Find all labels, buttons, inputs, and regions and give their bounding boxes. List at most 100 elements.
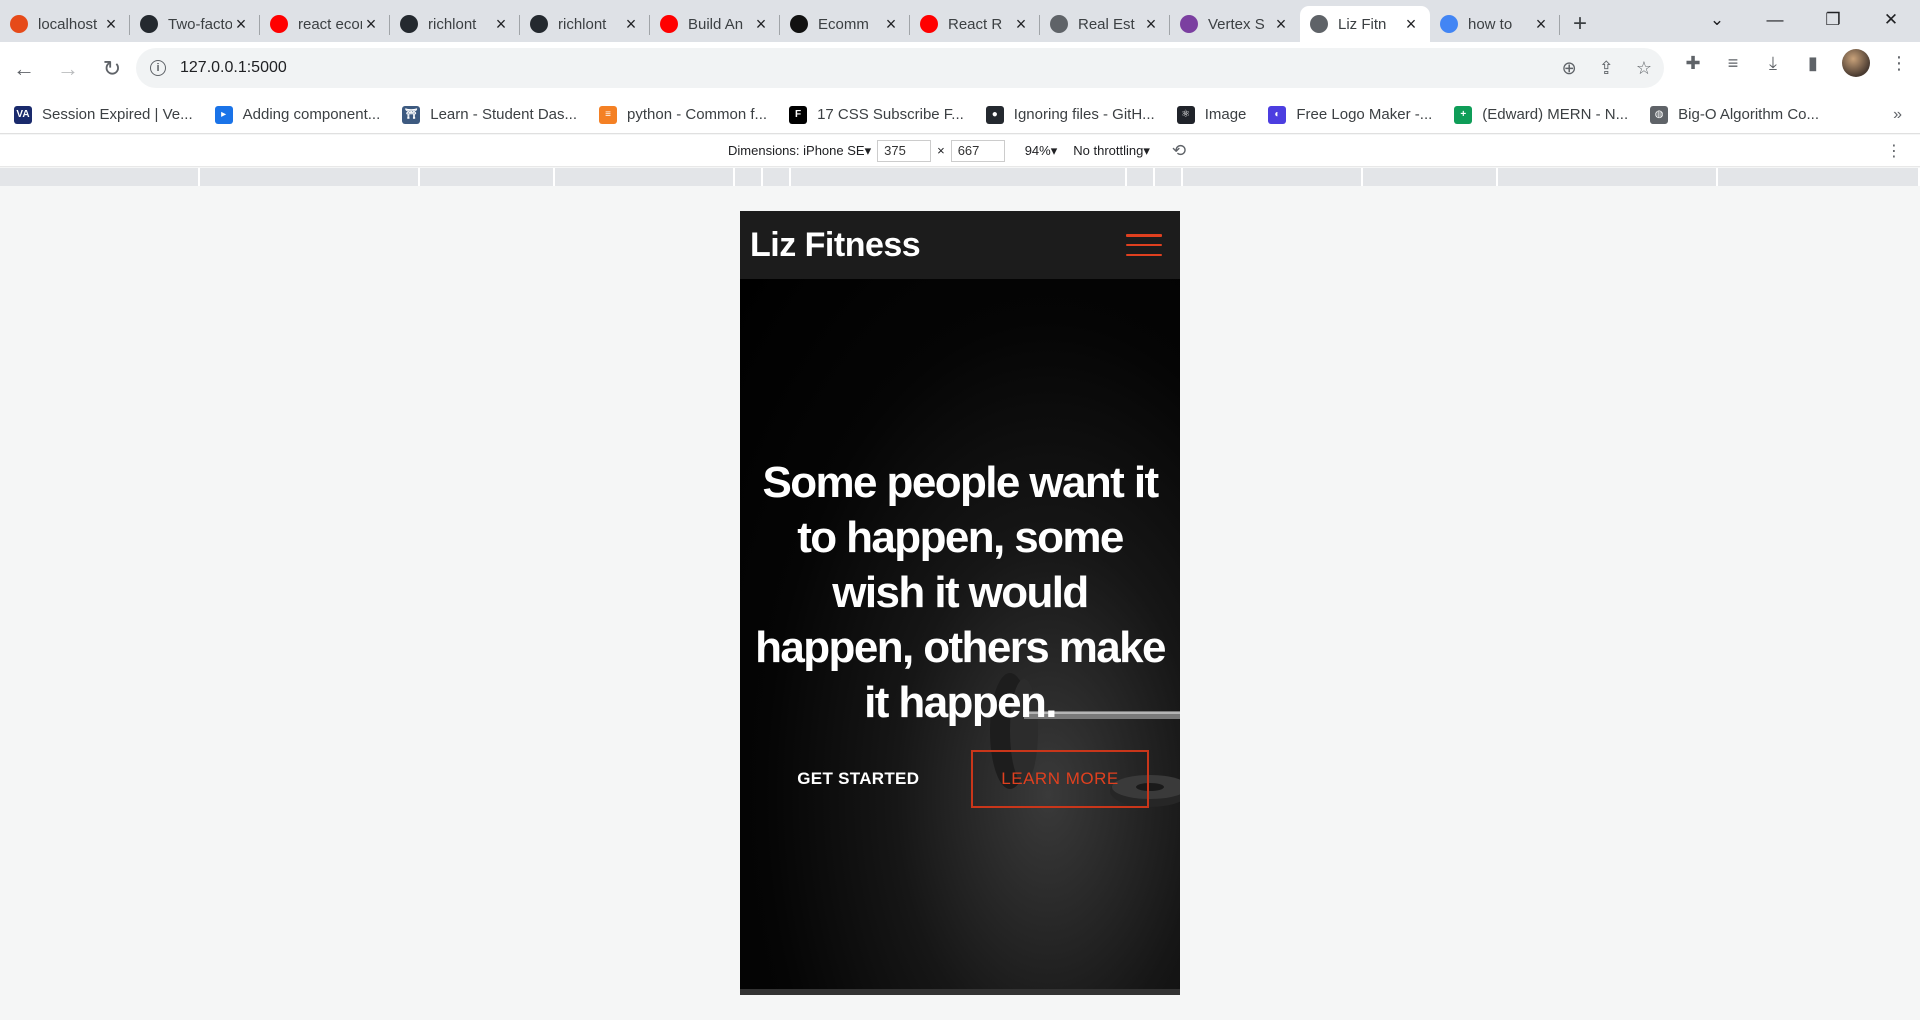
site-info-icon[interactable]: i [150, 60, 166, 76]
device-selector[interactable]: Dimensions: iPhone SE▾ [728, 143, 871, 159]
close-tab-icon[interactable]: × [622, 14, 640, 35]
close-tab-icon[interactable]: × [882, 14, 900, 35]
download-icon[interactable]: ⤓ [1762, 52, 1784, 74]
close-tab-icon[interactable]: × [232, 14, 250, 35]
bookmark-item[interactable]: ⛩ Learn - Student Das... [402, 105, 577, 124]
side-panel-icon[interactable]: ▮ [1802, 52, 1824, 74]
bookmark-favicon-icon: ◐ [1268, 105, 1287, 124]
hero-actions: GET STARTED LEARN MORE [740, 749, 1180, 809]
viewport-bottom-edge [740, 989, 1180, 995]
bookmark-item[interactable]: ⚛ Image [1176, 105, 1247, 124]
bookmark-label: 17 CSS Subscribe F... [817, 106, 964, 123]
window-controls: ⌄ — ❐ ✕ [1688, 0, 1920, 40]
bookmark-favicon-icon: + [1454, 105, 1473, 124]
tab-title: Liz Fitn [1338, 15, 1387, 33]
bookmark-star-icon[interactable]: ☆ [1636, 58, 1652, 79]
globe-icon [1310, 15, 1328, 33]
bookmark-item[interactable]: ◍ Big-O Algorithm Co... [1650, 105, 1820, 124]
extensions-icon[interactable]: ✚ [1682, 52, 1704, 74]
dimension-separator: × [937, 143, 945, 158]
address-bar[interactable]: i 127.0.0.1:5000 ⊕ ⇪ ☆ [136, 48, 1664, 88]
throttling-selector[interactable]: No throttling▾ [1073, 143, 1150, 159]
browser-tab[interactable]: how to × [1430, 6, 1560, 42]
browser-tab[interactable]: Two-factor × [130, 6, 260, 42]
bookmark-label: Big-O Algorithm Co... [1678, 106, 1820, 123]
browser-tab[interactable]: richlont × [390, 6, 520, 42]
close-tab-icon[interactable]: × [1402, 14, 1420, 35]
new-tab-icon[interactable]: + [1560, 6, 1600, 42]
reading-list-icon[interactable]: ≡ [1722, 52, 1744, 74]
close-tab-icon[interactable]: × [102, 14, 120, 35]
browser-tab[interactable]: Liz Fitn × [1300, 6, 1430, 42]
bookmark-item[interactable]: ● Ignoring files - GitH... [985, 105, 1155, 124]
device-height-input[interactable] [950, 139, 1005, 162]
brand-logo[interactable]: Liz Fitness [750, 226, 921, 265]
react-app-icon [10, 15, 28, 33]
browser-tab[interactable]: Vertex S × [1170, 6, 1300, 42]
media-query-ruler[interactable] [0, 168, 1920, 186]
tab-title: localhost [38, 15, 98, 33]
bookmark-label: (Edward) MERN - N... [1482, 106, 1629, 123]
tab-title: Vertex S [1208, 15, 1265, 33]
close-window-icon[interactable]: ✕ [1862, 0, 1920, 40]
browser-tab[interactable]: Real Est × [1040, 6, 1170, 42]
close-tab-icon[interactable]: × [362, 14, 380, 35]
tab-search-icon[interactable]: ⌄ [1688, 0, 1746, 40]
bookmark-item[interactable]: + (Edward) MERN - N... [1454, 105, 1629, 124]
close-tab-icon[interactable]: × [752, 14, 770, 35]
bookmark-label: Adding component... [242, 106, 381, 123]
more-bookmarks-icon[interactable]: » [1893, 106, 1902, 124]
globe-icon [1050, 15, 1068, 33]
bookmark-item[interactable]: ◐ Free Logo Maker -... [1268, 105, 1432, 124]
bookmark-item[interactable]: ≡ python - Common f... [599, 105, 767, 124]
github-icon [400, 15, 418, 33]
browser-tab[interactable]: Build An × [650, 6, 780, 42]
close-tab-icon[interactable]: × [1532, 14, 1550, 35]
restore-icon[interactable]: ❐ [1804, 0, 1862, 40]
get-started-button[interactable]: GET STARTED [771, 749, 945, 809]
bookmark-label: Image [1204, 106, 1247, 123]
device-options-icon[interactable]: ⋮ [1886, 141, 1902, 161]
browser-tab[interactable]: richlont × [520, 6, 650, 42]
bookmarks-bar: VA Session Expired | Ve... ▸ Adding compone… [0, 96, 1920, 134]
bookmark-item[interactable]: ▸ Adding component... [214, 105, 381, 124]
bookmark-item[interactable]: F 17 CSS Subscribe F... [789, 105, 964, 124]
learn-more-button[interactable]: LEARN MORE [971, 750, 1149, 808]
tab-title: Two-factor [168, 15, 232, 33]
back-icon[interactable]: ← [4, 49, 44, 89]
close-tab-icon[interactable]: × [1012, 14, 1030, 35]
reload-icon[interactable]: ↻ [92, 49, 132, 89]
browser-toolbar: ← → ↻ i 127.0.0.1:5000 ⊕ ⇪ ☆ ✚ ≡ ⤓ ▮ ⋮ [0, 42, 1920, 96]
close-tab-icon[interactable]: × [1272, 14, 1290, 35]
menu-kebab-icon[interactable]: ⋮ [1888, 52, 1910, 74]
minimize-icon[interactable]: — [1746, 0, 1804, 40]
tab-title: Build An [688, 15, 744, 33]
forward-icon[interactable]: → [48, 49, 88, 89]
google-icon [1440, 15, 1458, 33]
browser-tab[interactable]: React R × [910, 6, 1040, 42]
close-tab-icon[interactable]: × [492, 14, 510, 35]
device-toolbar: Dimensions: iPhone SE▾ × 94%▾ No throttl… [0, 135, 1920, 167]
zoom-icon[interactable]: ⊕ [1562, 58, 1577, 79]
url-text[interactable]: 127.0.0.1:5000 [180, 59, 287, 77]
bookmark-favicon-icon: F [789, 105, 808, 124]
hamburger-menu-icon[interactable] [1126, 234, 1162, 256]
bookmark-favicon-icon: ▸ [214, 105, 233, 124]
profile-avatar[interactable] [1842, 49, 1870, 77]
bookmark-item[interactable]: VA Session Expired | Ve... [14, 105, 193, 124]
device-width-input[interactable] [877, 139, 932, 162]
bookmark-favicon-icon: ● [985, 105, 1004, 124]
browser-tab[interactable]: Ecomm × [780, 6, 910, 42]
close-tab-icon[interactable]: × [1142, 14, 1160, 35]
browser-tab[interactable]: react ecom× [260, 6, 390, 42]
bookmark-label: Session Expired | Ve... [42, 106, 193, 123]
browser-tab[interactable]: localhost × [0, 6, 130, 42]
zoom-selector[interactable]: 94%▾ [1025, 143, 1058, 159]
device-viewport: Liz Fitness Some people want it to happe… [740, 211, 1180, 995]
tab-title: Real Est [1078, 15, 1135, 33]
tab-title: richlont [558, 15, 607, 33]
tab-title: how to [1468, 15, 1513, 33]
share-icon[interactable]: ⇪ [1599, 58, 1614, 79]
rotate-icon[interactable]: ⟲ [1172, 141, 1186, 161]
hero-section: Some people want it to happen, some wish… [740, 279, 1180, 995]
